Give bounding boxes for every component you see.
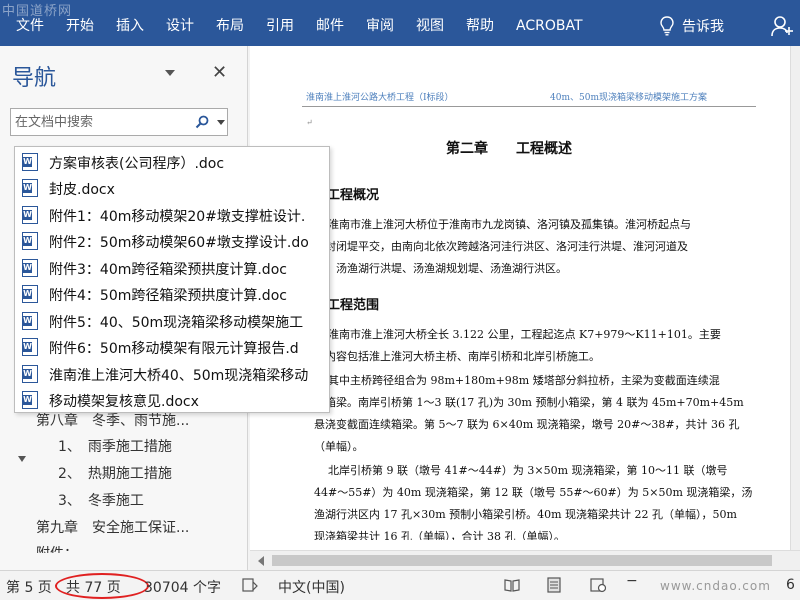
page-header-left: 淮南淮上淮河公路大桥工程（I标段） bbox=[306, 93, 454, 103]
tab-insert[interactable]: 插入 bbox=[108, 14, 152, 38]
file-item[interactable]: W 附件5：40、50m现浇箱梁移动模架施工 bbox=[15, 308, 329, 334]
file-name: 附件2：50m移动模架60#墩支撑设计.do bbox=[49, 235, 309, 251]
search-icon[interactable] bbox=[195, 115, 209, 129]
paragraph-line: 河封闭堤平交，由南向北依次跨越洛河洼行洪区、洛河洼行洪堤、淮河河道及 bbox=[314, 240, 688, 253]
paragraph-line: 北岸引桥第 9 联（墩号 41#～44#）为 3×50m 现浇箱梁，第 10～1… bbox=[328, 464, 728, 477]
file-name: 附件5：40、50m现浇箱梁移动模架施工 bbox=[49, 315, 304, 331]
word-doc-icon: W bbox=[22, 312, 38, 330]
page-number[interactable]: 第 5 页 bbox=[6, 577, 52, 597]
paragraph-mark: ↵ bbox=[306, 118, 313, 127]
file-item[interactable]: W 附件4：50m跨径箱梁预拱度计算.doc bbox=[15, 281, 329, 307]
tab-design[interactable]: 设计 bbox=[158, 14, 202, 38]
chapter-title: 第二章 工程概述 bbox=[446, 141, 572, 157]
page-header-right: 40m、50m现浇箱梁移动模架施工方案 bbox=[550, 93, 707, 103]
file-name: 附件1：40m移动模架20#墩支撑桩设计. bbox=[49, 209, 306, 225]
paragraph-line: 淮南市淮上淮河大桥位于淮南市九龙岗镇、洛河镇及孤集镇。淮河桥起点与 bbox=[328, 218, 691, 231]
status-bar: 第 5 页 共 77 页 30704 个字 中文(中国) − www.cndao… bbox=[0, 570, 800, 600]
zoom-out-icon[interactable]: − bbox=[626, 573, 638, 589]
nav-options-chevron-down-icon[interactable] bbox=[165, 70, 175, 76]
horizontal-scrollbar[interactable] bbox=[250, 550, 800, 570]
paragraph-line: 堤、汤渔湖行洪堤、汤渔湖规划堤、汤渔湖行洪区。 bbox=[314, 262, 567, 275]
tab-home[interactable]: 开始 bbox=[58, 14, 102, 38]
scrollbar-thumb[interactable] bbox=[272, 555, 772, 566]
file-name: 方案审核表(公司程序）.doc bbox=[49, 156, 225, 172]
ribbon-tabs: 文件 开始 插入 设计 布局 引用 邮件 审阅 视图 帮助 ACROBAT bbox=[0, 14, 597, 38]
word-doc-icon: W bbox=[22, 391, 38, 409]
file-item[interactable]: W 附件3：40m跨径箱梁预拱度计算.doc bbox=[15, 255, 329, 281]
tab-references[interactable]: 引用 bbox=[258, 14, 302, 38]
word-count[interactable]: 30704 个字 bbox=[144, 577, 221, 597]
tab-file[interactable]: 文件 bbox=[8, 14, 52, 38]
tab-help[interactable]: 帮助 bbox=[458, 14, 502, 38]
file-item[interactable]: W 附件2：50m移动模架60#墩支撑设计.do bbox=[15, 228, 329, 254]
word-doc-icon: W bbox=[22, 365, 38, 383]
language[interactable]: 中文(中国) bbox=[278, 577, 345, 597]
document-area: 淮南淮上淮河公路大桥工程（I标段） 40m、50m现浇箱梁移动模架施工方案 ↵ … bbox=[250, 46, 800, 550]
word-doc-icon: W bbox=[22, 153, 38, 171]
tell-me-label: 告诉我 bbox=[682, 19, 724, 35]
search-options-chevron-down-icon[interactable] bbox=[217, 120, 225, 125]
nav-heading-winter[interactable]: 3、 冬季施工 bbox=[58, 490, 144, 510]
web-layout-icon[interactable] bbox=[590, 577, 606, 593]
lightbulb-icon bbox=[660, 16, 674, 36]
file-name: 淮南淮上淮河大桥40、50m现浇箱梁移动 bbox=[49, 368, 309, 384]
file-item[interactable]: W 附件1：40m移动模架20#墩支撑桩设计. bbox=[15, 202, 329, 228]
nav-title: 导航 bbox=[12, 66, 57, 91]
header-rule bbox=[302, 106, 756, 107]
word-doc-icon: W bbox=[22, 259, 38, 277]
file-name: 封皮.docx bbox=[49, 182, 115, 198]
zoom-level[interactable]: 6 bbox=[786, 577, 795, 593]
tab-mailings[interactable]: 邮件 bbox=[308, 14, 352, 38]
search-input[interactable] bbox=[15, 112, 185, 132]
highlight-circle bbox=[55, 573, 149, 599]
ribbon-tab-bar: 中国道桥网 文件 开始 插入 设计 布局 引用 邮件 审阅 视图 帮助 ACRO… bbox=[0, 0, 800, 46]
paragraph-line: 44#～55#）为 40m 现浇箱梁，第 12 联（墩号 55#～60#）为 5… bbox=[314, 486, 753, 499]
collapse-triangle-icon[interactable] bbox=[18, 456, 26, 462]
vertical-scrollbar[interactable] bbox=[790, 46, 800, 550]
word-doc-icon: W bbox=[22, 206, 38, 224]
nav-heading-chapter9[interactable]: 第九章 安全施工保证... bbox=[36, 517, 189, 537]
file-name: 移动模架复核意见.docx bbox=[49, 394, 199, 410]
document-page[interactable]: 淮南淮上淮河公路大桥工程（I标段） 40m、50m现浇箱梁移动模架施工方案 ↵ … bbox=[250, 46, 790, 550]
scroll-left-arrow-icon[interactable] bbox=[258, 556, 264, 566]
print-layout-icon[interactable] bbox=[546, 577, 562, 593]
tab-view[interactable]: 视图 bbox=[408, 14, 452, 38]
file-name: 附件6：50m移动模架有限元计算报告.d bbox=[49, 341, 299, 357]
file-name: 附件3：40m跨径箱梁预拱度计算.doc bbox=[49, 262, 287, 278]
proofing-icon[interactable] bbox=[242, 577, 258, 593]
nav-close-icon[interactable]: ✕ bbox=[212, 62, 227, 83]
word-doc-icon: W bbox=[22, 232, 38, 250]
file-list-popup: W 方案审核表(公司程序）.doc W 封皮.docx W 附件1：40m移动模… bbox=[14, 146, 330, 413]
paragraph-line: 程内容包括淮上淮河大桥主桥、南岸引桥和北岸引桥施工。 bbox=[314, 350, 600, 363]
paragraph-line: 现浇箱梁共计 16 孔（单幅），合计 38 孔（单幅）。 bbox=[314, 530, 565, 540]
paragraph-line: （单幅）。 bbox=[314, 440, 364, 453]
file-item[interactable]: W 移动模架复核意见.docx bbox=[15, 387, 329, 412]
nav-search-box[interactable] bbox=[10, 108, 228, 136]
word-doc-icon: W bbox=[22, 179, 38, 197]
tab-review[interactable]: 审阅 bbox=[358, 14, 402, 38]
nav-heading-chapter8[interactable]: 第八章 冬季、雨节施... bbox=[36, 410, 189, 430]
word-doc-icon: W bbox=[22, 338, 38, 356]
read-mode-icon[interactable] bbox=[504, 577, 520, 593]
nav-heading-rainy-season[interactable]: 1、 雨季施工措施 bbox=[58, 436, 172, 456]
tell-me-box[interactable]: 告诉我 bbox=[660, 14, 724, 38]
share-user-icon[interactable] bbox=[770, 14, 794, 38]
paragraph-line: 渔湖行洪区内 17 孔×30m 预制小箱梁引桥。40m 现浇箱梁共计 22 孔（… bbox=[314, 508, 737, 521]
file-item[interactable]: W 封皮.docx bbox=[15, 175, 329, 201]
file-item[interactable]: W 附件6：50m移动模架有限元计算报告.d bbox=[15, 334, 329, 360]
tab-layout[interactable]: 布局 bbox=[208, 14, 252, 38]
word-doc-icon: W bbox=[22, 285, 38, 303]
nav-heading-appendix[interactable]: 附件： bbox=[36, 543, 78, 553]
paragraph-line: 其中主桥跨径组合为 98m+180m+98m 矮塔部分斜拉桥，主梁为变截面连续混 bbox=[328, 374, 720, 387]
file-name: 附件4：50m跨径箱梁预拱度计算.doc bbox=[49, 288, 287, 304]
paragraph-line: 淮南市淮上淮河大桥全长 3.122 公里，工程起迄点 K7+979～K11+10… bbox=[328, 328, 721, 341]
tab-acrobat[interactable]: ACROBAT bbox=[508, 14, 591, 38]
paragraph-line: 土箱梁。南岸引桥第 1～3 联(17 孔)为 30m 预制小箱梁，第 4 联为 … bbox=[314, 396, 744, 409]
watermark-url: www.cndao.com bbox=[660, 579, 771, 593]
file-item[interactable]: W 淮南淮上淮河大桥40、50m现浇箱梁移动 bbox=[15, 361, 329, 387]
file-item[interactable]: W 方案审核表(公司程序）.doc bbox=[15, 149, 329, 175]
paragraph-line: 悬浇变截面连续箱梁。第 5～7 联为 6×40m 现浇箱梁，墩号 20#～38#… bbox=[314, 418, 740, 431]
nav-heading-hot-season[interactable]: 2、 热期施工措施 bbox=[58, 463, 172, 483]
